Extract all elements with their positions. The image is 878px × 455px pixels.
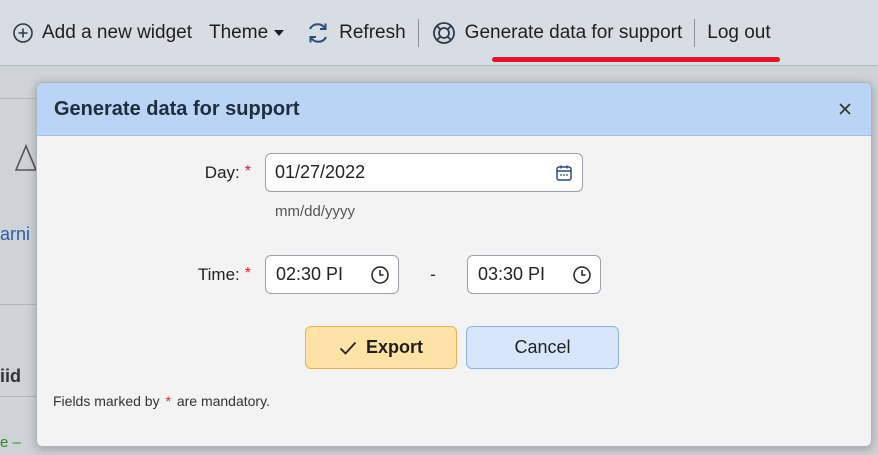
footnote-suffix: are mandatory. — [176, 393, 270, 409]
dialog-title: Generate data for support — [54, 97, 300, 120]
logout-label: Log out — [707, 21, 771, 43]
time-range-separator: - — [430, 264, 436, 284]
start-time-input[interactable]: 02:30 PI — [265, 255, 399, 294]
dialog-header: Generate data for support — [37, 83, 871, 136]
caret-down-icon — [273, 29, 285, 37]
export-button[interactable]: Export — [305, 326, 457, 369]
day-label-group: Day: * — [37, 163, 265, 183]
mandatory-fields-footnote: Fields marked by * are mandatory. — [53, 393, 270, 409]
clock-icon[interactable] — [370, 265, 390, 285]
dialog-close-button[interactable] — [833, 97, 857, 121]
bg-side-heading: iid — [0, 366, 21, 386]
day-date-input[interactable]: 01/27/2022 — [265, 153, 583, 192]
required-mark: * — [244, 264, 251, 282]
refresh-button[interactable]: Refresh — [305, 13, 406, 53]
refresh-label: Refresh — [339, 21, 406, 43]
warning-icon — [14, 143, 38, 177]
theme-label: Theme — [209, 21, 269, 43]
generate-support-data-button[interactable]: Generate data for support — [431, 13, 683, 53]
support-lifebuoy-icon — [431, 20, 457, 46]
toolbar-divider — [694, 18, 696, 47]
bg-divider — [0, 396, 36, 397]
cancel-label: Cancel — [514, 337, 571, 357]
refresh-icon — [305, 20, 331, 46]
plus-circle-icon — [12, 22, 34, 44]
toolbar-divider — [417, 18, 419, 47]
day-row: Day: * 01/27/2022 — [37, 153, 871, 192]
footnote-prefix: Fields marked by — [53, 393, 160, 409]
end-time-input[interactable]: 03:30 PI — [467, 255, 601, 294]
end-time-value: 03:30 PI — [478, 264, 546, 284]
time-label-group: Time: * — [37, 265, 265, 285]
clock-icon[interactable] — [572, 265, 592, 285]
bg-warning-text: arni — [0, 224, 31, 244]
required-mark: * — [165, 393, 171, 409]
theme-menu-button[interactable]: Theme — [209, 13, 285, 53]
support-data-dialog: Generate data for support Day: * 01/27/2… — [36, 82, 872, 447]
bg-divider — [0, 304, 36, 305]
active-highlight-underline — [492, 57, 780, 62]
date-format-hint: mm/dd/yyyy — [275, 203, 356, 220]
start-time-value: 02:30 PI — [276, 264, 344, 284]
logout-button[interactable]: Log out — [707, 13, 770, 53]
export-label: Export — [365, 337, 423, 357]
generate-label: Generate data for support — [464, 21, 683, 43]
calendar-icon[interactable] — [555, 164, 573, 182]
time-row: Time: * 02:30 PI - 03:30 PI — [37, 255, 871, 294]
add-widget-button[interactable]: Add a new widget — [12, 13, 192, 53]
add-widget-label: Add a new widget — [42, 21, 192, 43]
cancel-button[interactable]: Cancel — [466, 326, 619, 369]
time-label: Time: — [197, 264, 240, 284]
close-icon — [838, 102, 852, 116]
bg-divider — [0, 98, 36, 99]
checkmark-icon — [339, 341, 357, 355]
day-value: 01/27/2022 — [275, 162, 366, 182]
bg-status-text: e – — [0, 434, 21, 451]
day-label: Day: — [204, 162, 240, 182]
required-mark: * — [244, 162, 251, 180]
